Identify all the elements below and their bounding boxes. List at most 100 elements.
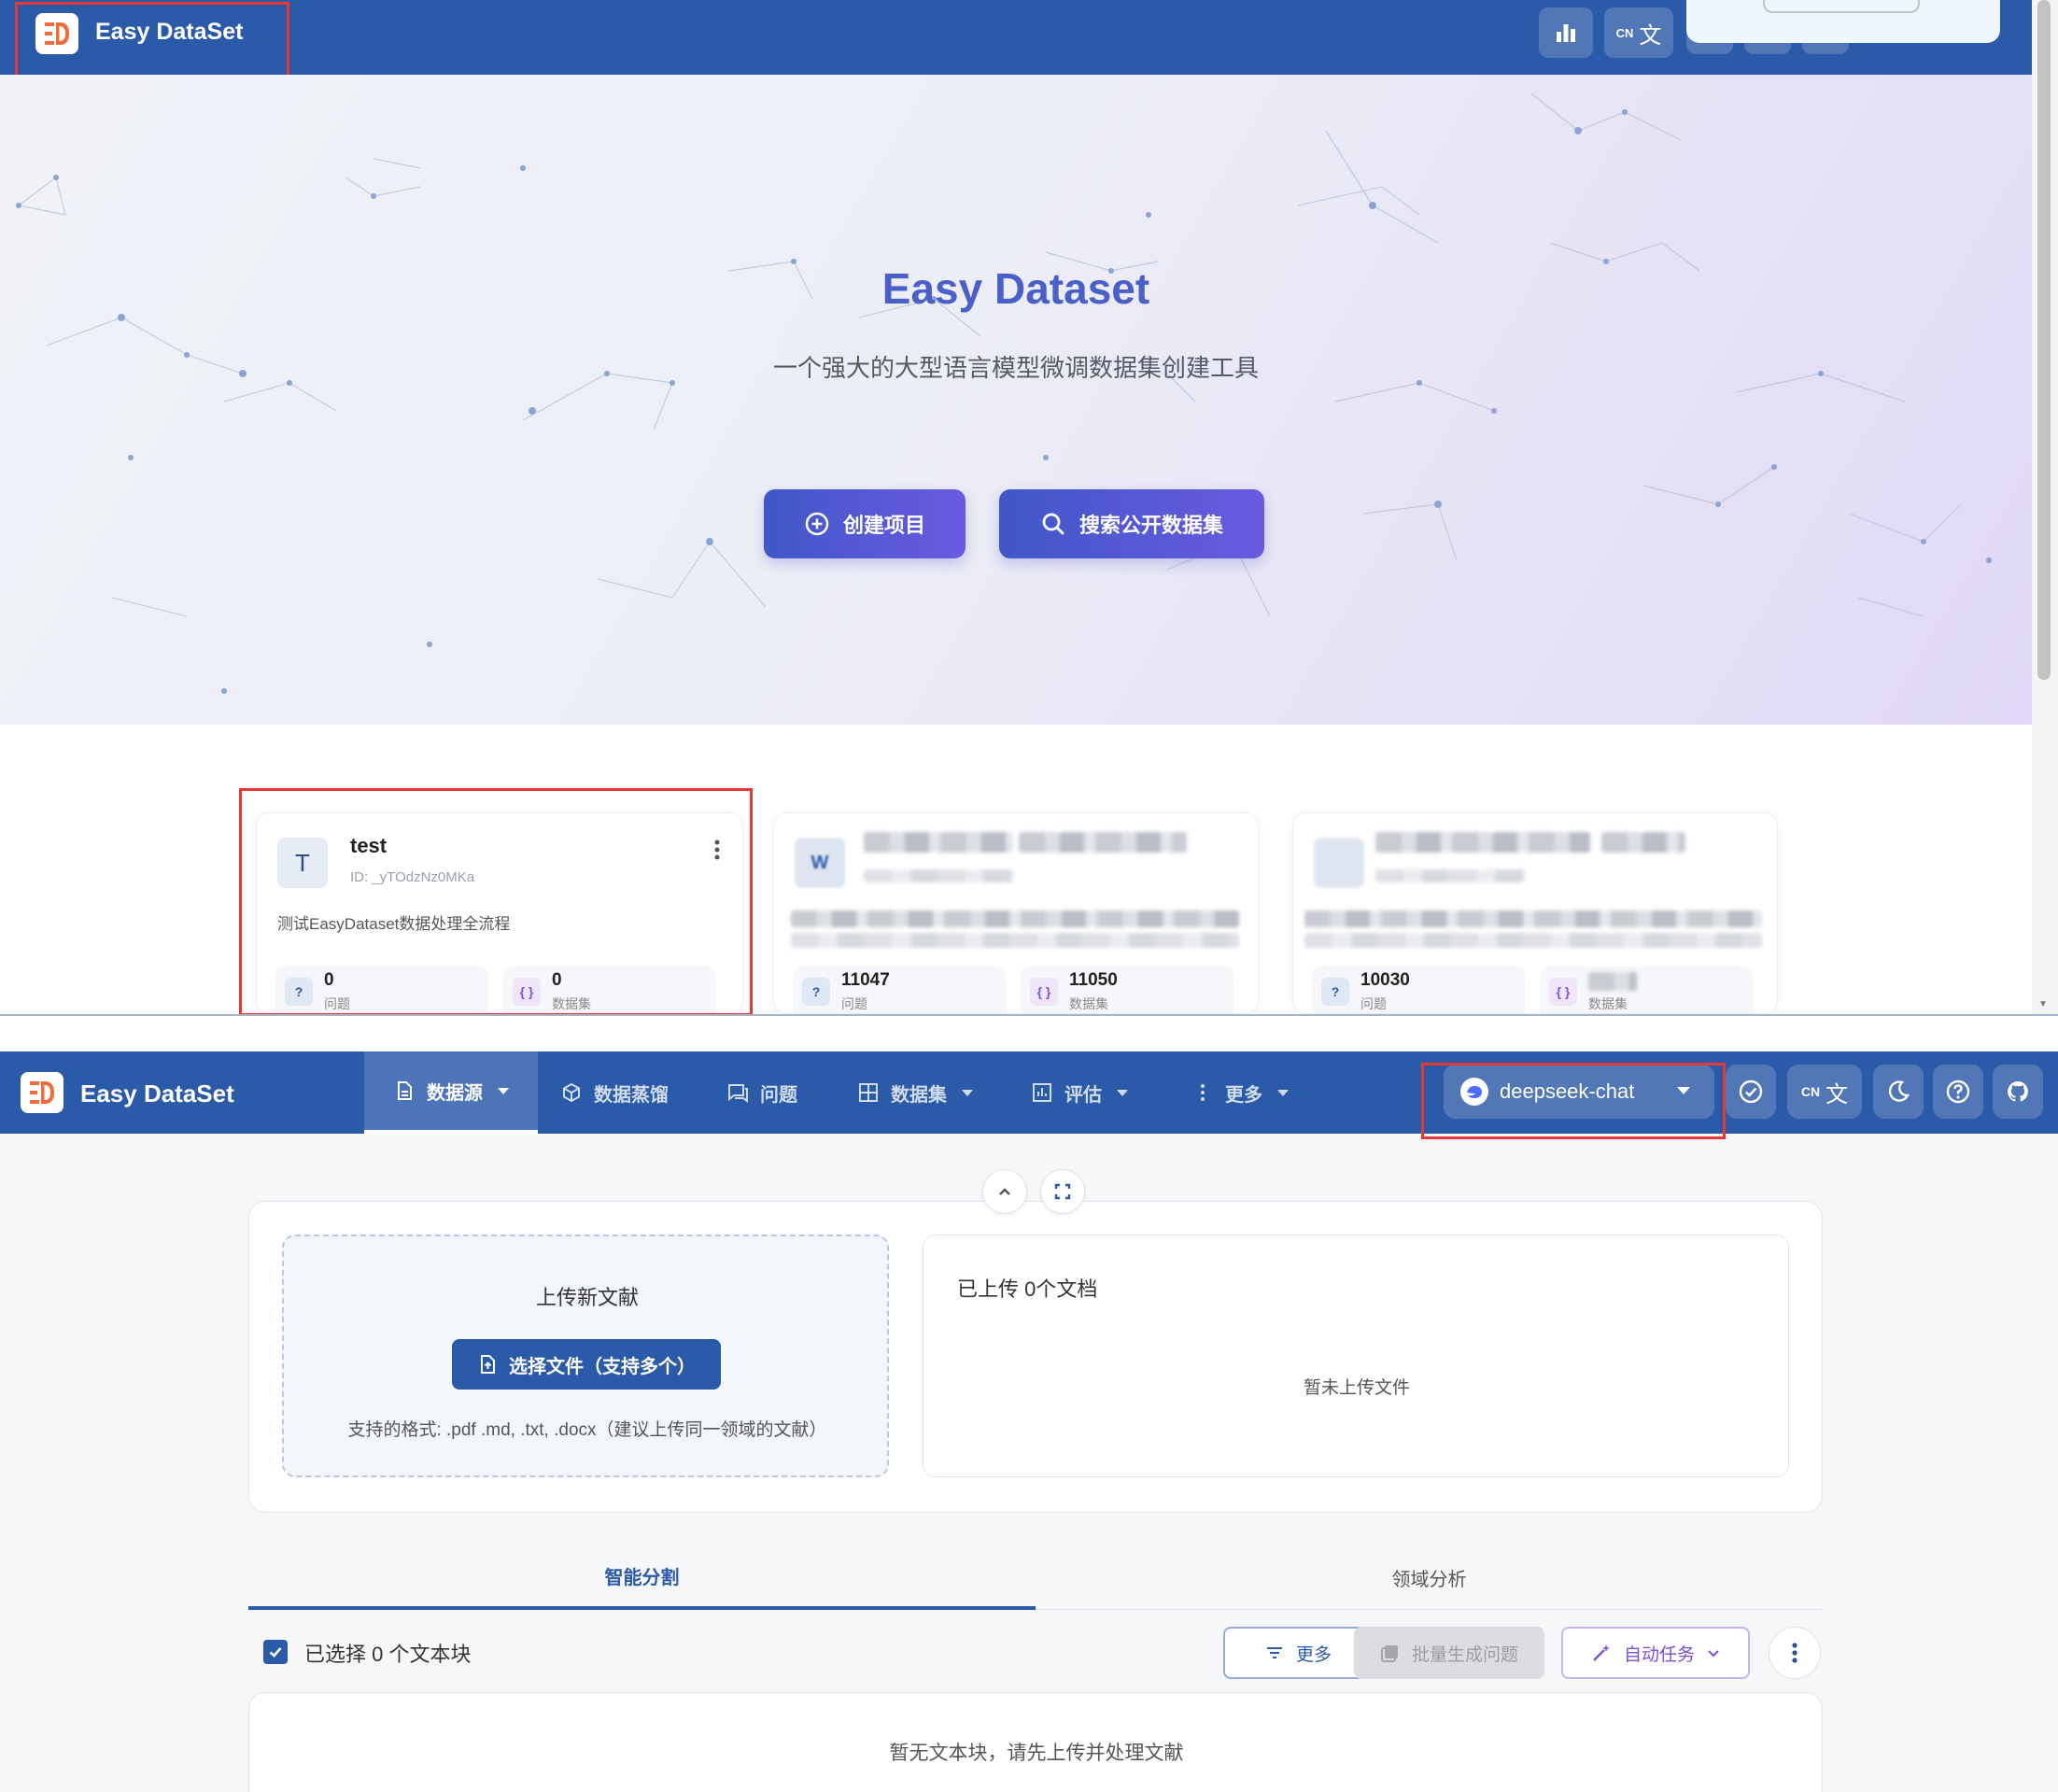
translate-icon: 文 <box>1639 22 1662 49</box>
nav-questions[interactable]: 问题 <box>726 1051 797 1134</box>
project-avatar: W <box>795 838 845 888</box>
project-header: Easy DataSet 数据源 数据蒸馏 问题 数据集 评估 更多 deeps… <box>0 1051 2058 1134</box>
brand-name: Easy DataSet <box>80 1079 234 1108</box>
create-project-label: 创建项目 <box>842 514 925 537</box>
upload-dropzone[interactable]: 上传新文献 选择文件（支持多个） 支持的格式: .pdf .md, .txt, … <box>282 1235 889 1477</box>
chevron-up-icon <box>999 1188 1010 1195</box>
questions-label: 问题 <box>841 996 867 1011</box>
plus-circle-icon <box>805 512 829 536</box>
nav-label: 数据源 <box>427 1082 483 1104</box>
dropdown-popover <box>1686 0 2000 43</box>
braces-icon: { } <box>1549 978 1577 1006</box>
question-box-icon <box>1380 1645 1398 1662</box>
questions-stat: ? 11047 问题 <box>793 967 1006 1013</box>
braces-icon: { } <box>1030 978 1058 1006</box>
hero-subtitle: 一个强大的大型语言模型微调数据集创建工具 <box>772 354 1259 382</box>
chat-icon <box>728 1084 748 1103</box>
batch-generate-questions-button[interactable]: 批量生成问题 <box>1354 1627 1544 1679</box>
upload-format-hint: 支持的格式: .pdf .md, .txt, .docx（建议上传同一领域的文献… <box>347 1420 827 1440</box>
translate-icon: 文 <box>1825 1081 1849 1108</box>
search-icon <box>1042 513 1064 535</box>
hero-section: Easy Dataset 一个强大的大型语言模型微调数据集创建工具 创建项目 搜… <box>0 75 2032 725</box>
nav-label: 评估 <box>1064 1084 1102 1106</box>
uploaded-empty-text: 暂未上传文件 <box>1303 1378 1410 1398</box>
nav-more[interactable]: 更多 <box>1191 1051 1289 1134</box>
chevron-down-icon <box>962 1089 973 1096</box>
network-background-illustration <box>16 92 1992 694</box>
datasets-stat: { } 数据集 <box>1540 967 1753 1013</box>
page: Easy DataSet CN 文 Easy Dataset 一个强大的大型语言… <box>0 0 2058 1792</box>
highlight-model-selector <box>1421 1063 1726 1139</box>
select-all-checkbox[interactable] <box>263 1640 288 1664</box>
filter-icon <box>1266 1647 1282 1658</box>
file-icon <box>398 1081 412 1100</box>
search-datasets-button[interactable]: 搜索公开数据集 <box>999 489 1264 558</box>
collapse-button[interactable] <box>982 1169 1027 1214</box>
tab-smart-split[interactable]: 智能分割 <box>248 1545 1036 1610</box>
search-datasets-label: 搜索公开数据集 <box>1078 514 1223 537</box>
blurred-description <box>791 910 1239 927</box>
more-filter-button[interactable]: 更多 <box>1223 1627 1373 1679</box>
nav-data-source[interactable]: 数据源 <box>364 1051 538 1134</box>
questions-label: 问题 <box>1360 996 1387 1011</box>
screenshot-divider <box>0 1014 2058 1016</box>
blurred-project-name <box>1375 832 1590 853</box>
project-list-screenshot: Easy DataSet CN 文 Easy Dataset 一个强大的大型语言… <box>0 0 2058 1016</box>
create-project-button[interactable]: 创建项目 <box>764 489 966 558</box>
github-button[interactable] <box>1993 1065 2043 1119</box>
help-button[interactable] <box>1933 1065 1983 1119</box>
question-icon: ? <box>802 978 830 1006</box>
tab-domain-analysis[interactable]: 领域分析 <box>1036 1545 1823 1610</box>
uploaded-files-panel: 已上传 0个文档 暂未上传文件 <box>923 1235 1789 1477</box>
bar-chart-icon <box>1557 24 1575 42</box>
chevron-down-icon <box>1277 1089 1289 1096</box>
blurred-project-id <box>1375 869 1525 882</box>
moon-icon <box>1888 1080 1910 1102</box>
language-button[interactable]: CN 文 <box>1787 1065 1862 1119</box>
lang-code: CN <box>1800 1084 1821 1099</box>
nav-datasets[interactable]: 数据集 <box>857 1051 973 1134</box>
upload-title: 上传新文献 <box>535 1286 639 1309</box>
questions-count: 11047 <box>841 970 890 990</box>
chevron-down-icon <box>1708 1650 1719 1658</box>
more-vertical-icon <box>1792 1643 1797 1663</box>
nav-label: 更多 <box>1225 1084 1262 1106</box>
file-upload-icon <box>481 1355 495 1374</box>
popover-input[interactable] <box>1763 0 1920 13</box>
app-logo[interactable] <box>21 1072 63 1113</box>
hero-title: Easy Dataset <box>881 264 1150 313</box>
project-card[interactable]: W ? 11047 问题 { } 11050 数据集 <box>773 812 1259 1014</box>
highlight-logo-box <box>15 2 289 86</box>
chart-icon <box>1033 1083 1051 1102</box>
blurred-project-id <box>864 869 1013 882</box>
scrollbar-thumb[interactable] <box>2037 0 2051 680</box>
datasets-label: 数据集 <box>1069 996 1108 1011</box>
task-status-button[interactable] <box>1726 1065 1776 1119</box>
fullscreen-button[interactable] <box>1040 1169 1085 1214</box>
chevron-down-icon <box>1117 1089 1128 1096</box>
scroll-down-arrow-icon[interactable]: ▼ <box>2038 999 2048 1009</box>
auto-task-label: 自动任务 <box>1623 1644 1695 1665</box>
select-files-button[interactable]: 选择文件（支持多个） <box>452 1339 721 1390</box>
more-filter-label: 更多 <box>1295 1644 1332 1665</box>
chunks-empty-text: 暂无文本块，请先上传并处理文献 <box>889 1743 1184 1764</box>
nav-data-distill[interactable]: 数据蒸馏 <box>560 1051 669 1134</box>
project-card[interactable]: ? 10030 问题 { } 数据集 <box>1292 812 1778 1014</box>
stats-button[interactable] <box>1539 7 1593 58</box>
select-files-label: 选择文件（支持多个） <box>509 1356 696 1377</box>
questions-count: 10030 <box>1360 970 1410 990</box>
analysis-tabs: 智能分割 领域分析 <box>248 1545 1823 1610</box>
toolbar-more-button[interactable] <box>1769 1627 1821 1679</box>
uploaded-count: 已上传 0个文档 <box>957 1277 1098 1301</box>
language-button[interactable]: CN 文 <box>1604 7 1673 58</box>
nav-label: 数据蒸馏 <box>594 1084 669 1106</box>
cube-icon <box>563 1082 580 1103</box>
blurred-description <box>791 933 1239 948</box>
blurred-project-name <box>864 832 1013 853</box>
blurred-project-name <box>1019 832 1187 853</box>
datasets-count: 11050 <box>1069 970 1118 990</box>
auto-task-button[interactable]: 自动任务 <box>1561 1627 1750 1679</box>
nav-evaluation[interactable]: 评估 <box>1031 1051 1128 1134</box>
theme-toggle-button[interactable] <box>1873 1065 1924 1119</box>
project-avatar <box>1314 838 1364 888</box>
